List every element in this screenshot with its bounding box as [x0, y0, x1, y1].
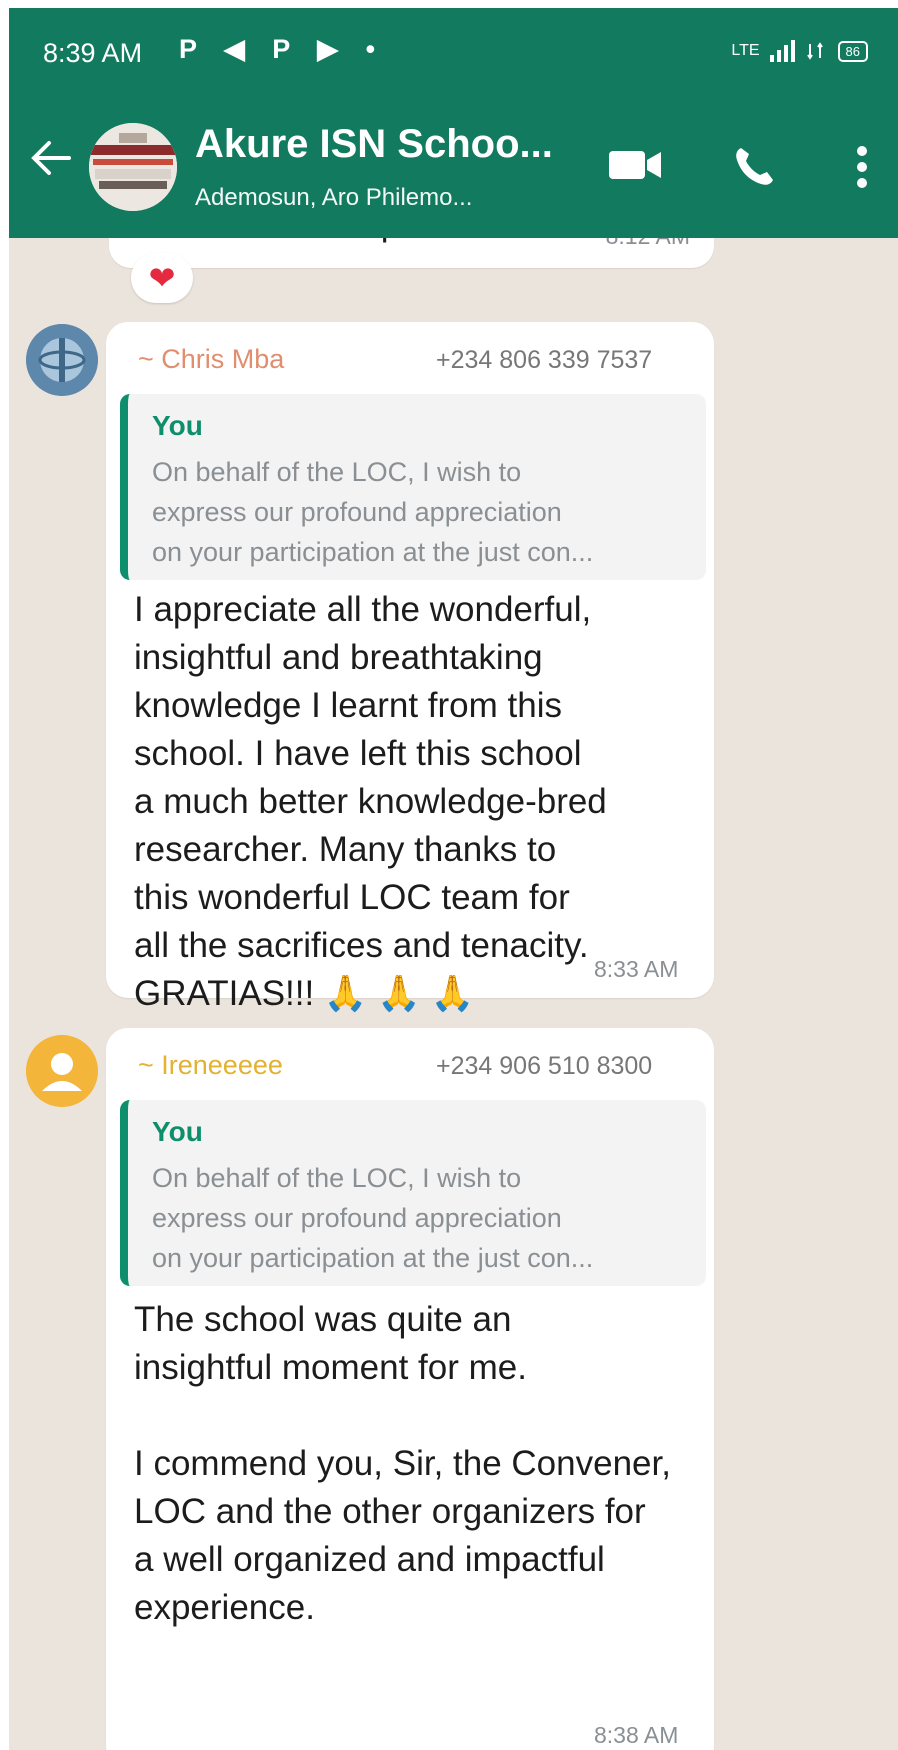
status-time: 8:39 AM [43, 38, 143, 68]
chat-screen: memorable experience. 8:12 AM ❤ ~ Chris … [9, 8, 898, 1750]
sender-phone: +234 906 510 8300 [436, 1052, 653, 1080]
more-options-icon[interactable] [857, 146, 867, 193]
group-avatar[interactable] [89, 123, 177, 211]
sender-phone: +234 806 339 7537 [436, 346, 653, 374]
signal-icon [769, 40, 795, 62]
message-time: 8:38 AM [594, 1722, 679, 1748]
status-indicators: LTE 86 [731, 40, 868, 62]
group-title[interactable]: Akure ISN Schoo... [195, 122, 553, 167]
quote-author: You [152, 410, 203, 441]
quote-author: You [152, 1116, 203, 1147]
message-bubble[interactable]: ~ Ireneeeee +234 906 510 8300 You On beh… [106, 1028, 714, 1750]
back-arrow-icon[interactable] [29, 138, 73, 185]
quoted-message[interactable]: You On behalf of the LOC, I wish to expr… [120, 1100, 706, 1286]
notification-icons: P ◀ P ▶ • [179, 34, 386, 64]
avatar[interactable] [26, 1035, 98, 1107]
quoted-message[interactable]: You On behalf of the LOC, I wish to expr… [120, 394, 706, 580]
group-photo-icon [89, 123, 177, 211]
network-type: LTE [731, 42, 760, 59]
video-call-icon[interactable] [609, 148, 663, 187]
voice-call-icon[interactable] [733, 144, 777, 193]
avatar[interactable] [26, 324, 98, 396]
reaction-badge[interactable]: ❤ [131, 253, 193, 303]
group-members[interactable]: Ademosun, Aro Philemo... [195, 184, 472, 212]
data-speed-icon [806, 42, 823, 60]
sender-name[interactable]: ~ Chris Mba [138, 344, 284, 375]
battery-icon: 86 [837, 40, 868, 62]
message-time: 8:33 AM [594, 956, 679, 982]
chat-header: 8:39 AM P ◀ P ▶ • LTE 86 Akure ISN Schoo… [9, 8, 898, 238]
default-user-icon [26, 1035, 98, 1107]
quote-text: On behalf of the LOC, I wish to express … [152, 457, 594, 567]
message-bubble[interactable]: ~ Chris Mba +234 806 339 7537 You On beh… [106, 322, 714, 1013]
quote-text: On behalf of the LOC, I wish to express … [152, 1163, 594, 1273]
sender-name[interactable]: ~ Ireneeeee [138, 1050, 283, 1081]
heart-icon: ❤ [148, 260, 176, 296]
globe-avatar-icon [26, 324, 98, 396]
message-text: The school was quite an insightful momen… [134, 1300, 671, 1627]
message-text: I appreciate all the wonderful, insightf… [134, 590, 607, 1013]
